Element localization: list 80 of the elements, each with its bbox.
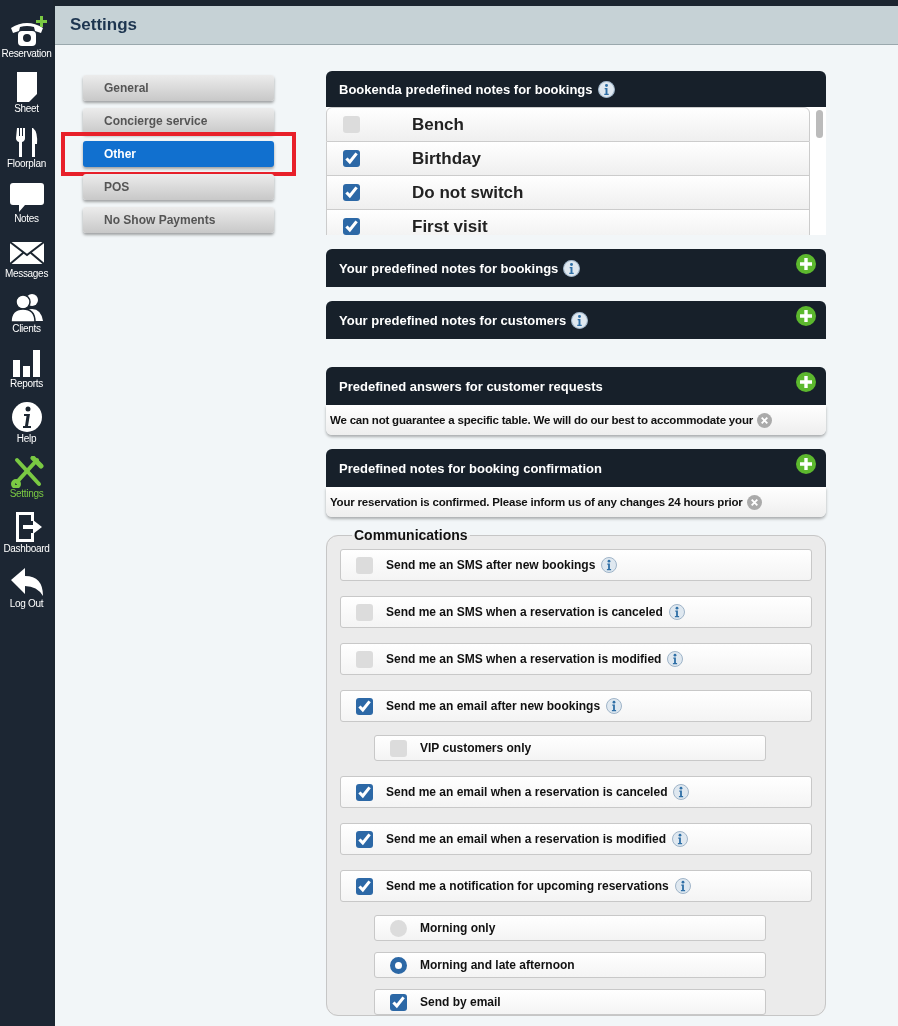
option-row[interactable]: Send me an SMS after new bookings — [340, 549, 812, 581]
option-label: Send me an email after new bookings — [386, 699, 601, 713]
radio-button[interactable] — [390, 919, 407, 937]
panel-title: Bookenda predefined notes for bookings — [339, 81, 593, 97]
checkbox[interactable] — [356, 830, 373, 848]
option-row[interactable]: Send me a notification for upcoming reservations — [340, 870, 812, 902]
option-row[interactable]: Morning only — [374, 915, 766, 941]
nav-item[interactable]: Notes — [0, 181, 53, 236]
panel-title: Your predefined notes for bookings — [339, 260, 559, 276]
info-icon[interactable] — [597, 80, 615, 98]
nav-item[interactable]: Clients — [0, 291, 53, 346]
checkbox[interactable] — [356, 783, 373, 801]
panel-title: Your predefined notes for customers — [339, 312, 567, 328]
menu-item[interactable]: No Show Payments — [83, 207, 274, 233]
add-icon[interactable] — [796, 254, 816, 274]
checkbox[interactable] — [356, 650, 373, 668]
option-row[interactable]: Morning and late afternoon — [374, 952, 766, 978]
checkbox[interactable] — [356, 603, 373, 621]
option-label: Send me an email when a reservation is canceled — [386, 785, 668, 799]
checkbox[interactable] — [343, 218, 360, 235]
group-title: Communications — [353, 527, 469, 543]
nav-item[interactable]: Reports — [0, 346, 53, 401]
info-icon[interactable] — [571, 311, 589, 329]
panel-title: Predefined notes for booking confirmation — [339, 460, 602, 476]
list-row[interactable]: Birthday — [326, 142, 810, 176]
list-row[interactable]: First visit — [326, 210, 810, 235]
note-entry[interactable]: Your reservation is confirmed. Please inform us of any changes 24 hours prior — [326, 487, 826, 517]
add-icon[interactable] — [796, 454, 816, 474]
option-label: Send me an email when a reservation is modified — [386, 832, 667, 846]
note-text: Your reservation is confirmed. Please inform us of any changes 24 hours prior — [330, 496, 743, 508]
option-label: Send me a notification for upcoming reservations — [386, 879, 669, 893]
option-row[interactable]: Send me an email when a reservation is modified — [340, 823, 812, 855]
checkbox[interactable] — [343, 116, 360, 133]
nav-item[interactable]: Dashboard — [0, 511, 53, 566]
menu-item[interactable]: General — [83, 75, 274, 101]
option-label: VIP customers only — [420, 741, 532, 755]
note-label: Bench — [412, 114, 464, 135]
option-label: Send by email — [420, 995, 501, 1009]
nav-item[interactable]: Log Out — [0, 566, 53, 621]
option-row[interactable]: VIP customers only — [374, 735, 766, 761]
add-icon[interactable] — [796, 372, 816, 392]
note-text: We can not guarantee a specific table. We will do our best to accommodate your — [330, 414, 753, 426]
menu-item[interactable]: Other — [83, 141, 274, 167]
nav-item[interactable]: Help — [0, 401, 53, 456]
option-label: Send me an SMS when a reservation is modified — [386, 652, 662, 666]
checkbox[interactable] — [343, 184, 360, 201]
menu-item[interactable]: Concierge service — [83, 108, 274, 134]
option-label: Morning only — [420, 921, 496, 935]
nav-item[interactable]: Messages — [0, 236, 53, 291]
checkbox[interactable] — [390, 739, 407, 757]
page-title: Settings — [70, 15, 138, 35]
nav-item[interactable]: Settings — [0, 456, 53, 511]
checkbox[interactable] — [356, 556, 373, 574]
list-row[interactable]: Bench — [326, 107, 810, 142]
option-row[interactable]: Send me an email when a reservation is canceled — [340, 776, 812, 808]
option-row[interactable]: Send me an SMS when a reservation is modified — [340, 643, 812, 675]
radio-button[interactable] — [390, 956, 407, 974]
panel-title: Predefined answers for customer requests — [339, 378, 603, 394]
option-row[interactable]: Send me an email after new bookings — [340, 690, 812, 722]
checkbox[interactable] — [356, 877, 373, 895]
checkbox[interactable] — [390, 993, 407, 1011]
option-row[interactable]: Send me an SMS when a reservation is canceled — [340, 596, 812, 628]
scrollbar-thumb[interactable] — [816, 110, 823, 138]
info-icon[interactable] — [563, 259, 581, 277]
option-label: Morning and late afternoon — [420, 958, 575, 972]
option-label: Send me an SMS when a reservation is canceled — [386, 605, 663, 619]
note-label: Birthday — [412, 148, 481, 169]
add-icon[interactable] — [796, 306, 816, 326]
checkbox[interactable] — [356, 697, 373, 715]
note-entry[interactable]: We can not guarantee a specific table. We will do our best to accommodate your — [326, 405, 826, 435]
checkbox[interactable] — [343, 150, 360, 167]
option-row[interactable]: Send by email — [374, 989, 766, 1015]
nav-item[interactable]: Floorplan — [0, 126, 53, 181]
nav-item[interactable]: Reservation — [0, 16, 53, 71]
option-label: Send me an SMS after new bookings — [386, 558, 596, 572]
note-label: First visit — [412, 216, 488, 235]
nav-item[interactable]: Sheet — [0, 71, 53, 126]
list-row[interactable]: Do not switch — [326, 176, 810, 210]
note-label: Do not switch — [412, 182, 524, 203]
menu-item[interactable]: POS — [83, 174, 274, 200]
